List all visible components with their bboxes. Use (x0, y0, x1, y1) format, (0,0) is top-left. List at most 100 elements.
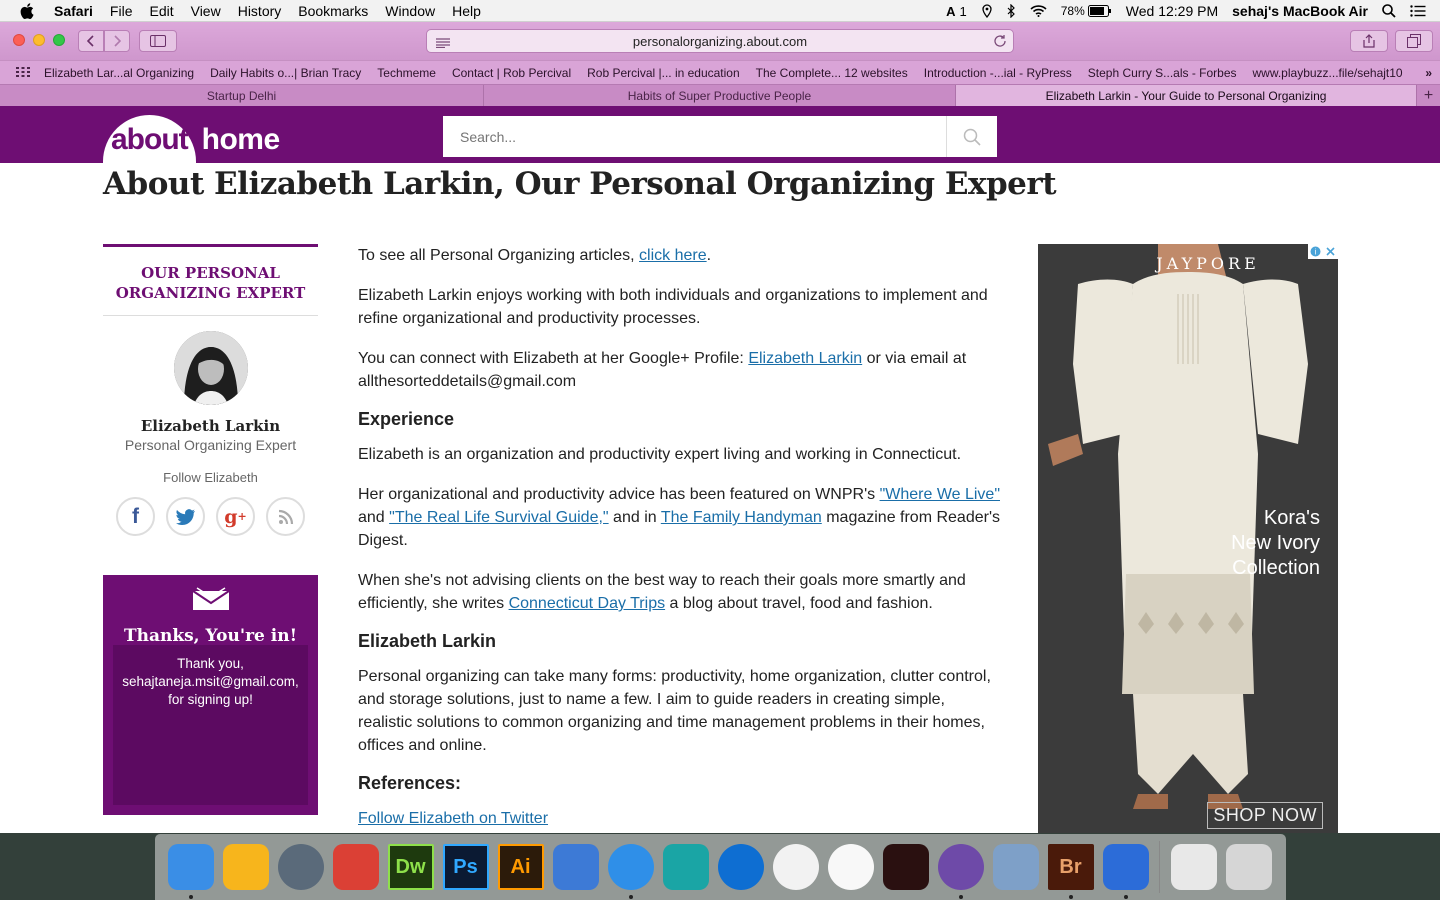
battery-percent[interactable]: 78% (1061, 4, 1085, 18)
more-bookmarks-icon[interactable]: » (1425, 66, 1432, 80)
experience-heading: Experience (358, 409, 455, 429)
menu-view[interactable]: View (191, 3, 221, 19)
text: a blog about travel, food and fashion. (665, 595, 933, 612)
finder-icon[interactable] (167, 844, 214, 899)
menu-help[interactable]: Help (452, 3, 481, 19)
photos-icon[interactable] (827, 844, 874, 890)
avatar[interactable] (173, 331, 248, 405)
address-bar[interactable]: personalorganizing.about.com (426, 29, 1014, 53)
menu-history[interactable]: History (238, 3, 282, 19)
menu-app-name[interactable]: Safari (54, 3, 93, 19)
dreamweaver-icon[interactable]: Dw (387, 844, 434, 890)
user-name[interactable]: sehaj's MacBook Air (1232, 3, 1368, 19)
new-tab-button[interactable]: + (1417, 85, 1440, 107)
philosophy-paragraph: Personal organizing can take many forms:… (358, 668, 991, 754)
advertisement[interactable]: i JAYPORE Kora's New Ivory Collection SH… (1038, 244, 1338, 833)
where-we-live-link[interactable]: "Where We Live" (880, 486, 1000, 503)
spotlight-icon[interactable] (1382, 4, 1396, 18)
menu-bookmarks[interactable]: Bookmarks (298, 3, 368, 19)
twitter-icon[interactable] (166, 497, 205, 536)
shop-now-button[interactable]: SHOP NOW (1207, 802, 1323, 829)
all-articles-link[interactable]: click here (639, 247, 707, 264)
back-button[interactable] (78, 30, 104, 52)
battery-icon[interactable] (1087, 5, 1112, 17)
bluetooth-status-icon[interactable] (1007, 4, 1016, 18)
twitter-follow-link[interactable]: Follow Elizabeth on Twitter (358, 810, 548, 827)
reader-icon[interactable] (436, 36, 450, 51)
apple-icon[interactable] (20, 2, 36, 19)
podcast-app-icon[interactable] (882, 844, 929, 890)
expert-name[interactable]: Elizabeth Larkin (103, 417, 318, 435)
notification-center-icon[interactable] (1410, 5, 1426, 17)
bookmark-item[interactable]: Rob Percival |... in education (587, 66, 740, 80)
google-profile-link[interactable]: Elizabeth Larkin (748, 350, 862, 367)
running-indicator (628, 895, 633, 899)
todoist-icon[interactable] (332, 844, 379, 890)
tab-startup-delhi[interactable]: Startup Delhi (0, 85, 484, 107)
adobe-menu-icon[interactable]: A1 (946, 4, 967, 19)
bookmarks-bar: Elizabeth Lar...al Organizing Daily Habi… (0, 60, 1440, 84)
contact-paragraph: You can connect with Elizabeth at her Go… (358, 347, 1003, 393)
facebook-icon[interactable]: f (116, 497, 155, 536)
ad-copy-line: Kora's (1263, 507, 1320, 529)
github-icon[interactable] (937, 844, 984, 899)
bio-paragraph: Elizabeth Larkin enjoys working with bot… (358, 287, 988, 327)
bookmark-item[interactable]: www.playbuzz...file/sehajt10 (1253, 66, 1403, 80)
top-sites-icon[interactable] (16, 66, 30, 80)
sidebar-toggle-button[interactable] (139, 30, 177, 52)
google-plus-icon[interactable]: g + (216, 497, 255, 536)
wifi-icon[interactable] (1030, 5, 1047, 17)
bookmark-item[interactable]: Techmeme (377, 66, 436, 80)
close-window-button[interactable] (13, 34, 25, 46)
utorrent-file-icon[interactable] (1170, 844, 1217, 890)
ad-copy-line: New Ivory (1231, 532, 1320, 554)
safari-icon[interactable] (607, 844, 654, 899)
url-text[interactable]: personalorganizing.about.com (633, 34, 807, 49)
minimize-window-button[interactable] (33, 34, 45, 46)
article-body: To see all Personal Organizing articles,… (358, 244, 1003, 830)
bridge-icon[interactable]: Br (1047, 844, 1094, 899)
itunes-icon[interactable] (772, 844, 819, 890)
bookmark-item[interactable]: Introduction -...ial - RyPress (924, 66, 1072, 80)
preview-icon[interactable] (992, 844, 1039, 890)
menu-file[interactable]: File (110, 3, 133, 19)
teamviewer-icon[interactable] (717, 844, 764, 890)
menu-window[interactable]: Window (385, 3, 435, 19)
about-home-logo[interactable]: about home (103, 106, 280, 163)
menu-edit[interactable]: Edit (149, 3, 173, 19)
tab-elizabeth-larkin[interactable]: Elizabeth Larkin - Your Guide to Persona… (956, 85, 1417, 107)
forward-button[interactable] (104, 30, 130, 52)
maya-icon[interactable] (662, 844, 709, 890)
search-button[interactable] (946, 116, 997, 157)
reload-icon[interactable] (993, 34, 1007, 51)
show-all-tabs-button[interactable] (1395, 30, 1433, 52)
family-handyman-link[interactable]: The Family Handyman (661, 509, 822, 526)
sketch-icon[interactable] (222, 844, 269, 890)
search-input[interactable] (443, 116, 946, 157)
zoom-window-button[interactable] (53, 34, 65, 46)
location-icon[interactable] (981, 4, 993, 18)
expert-heading: OUR PERSONAL ORGANIZING EXPERT (103, 244, 318, 316)
clock[interactable]: Wed 12:29 PM (1126, 3, 1218, 19)
bookmark-item[interactable]: Steph Curry S...als - Forbes (1088, 66, 1237, 80)
trash-icon[interactable] (1225, 844, 1272, 890)
bookmark-item[interactable]: Daily Habits o...| Brian Tracy (210, 66, 361, 80)
illustrator-icon[interactable]: Ai (497, 844, 544, 890)
tab-habits[interactable]: Habits of Super Productive People (484, 85, 956, 107)
share-icon (1363, 34, 1375, 48)
bluetooth-icon[interactable] (1102, 844, 1149, 899)
survival-guide-link[interactable]: "The Real Life Survival Guide," (389, 509, 608, 526)
share-button[interactable] (1350, 30, 1388, 52)
page-title: About Elizabeth Larkin, Our Personal Org… (103, 166, 1057, 202)
photoshop-icon[interactable]: Ps (442, 844, 489, 890)
expert-role: Personal Organizing Expert (124, 437, 297, 453)
launchpad-icon[interactable] (277, 844, 324, 890)
web-page: about home About Elizabeth Larkin, Our P… (0, 106, 1440, 833)
bookmark-item[interactable]: The Complete... 12 websites (756, 66, 908, 80)
bookmark-item[interactable]: Elizabeth Lar...al Organizing (44, 66, 194, 80)
connecticut-day-trips-link[interactable]: Connecticut Day Trips (509, 595, 666, 612)
expert-sidebar: OUR PERSONAL ORGANIZING EXPERT Elizabeth… (103, 244, 318, 536)
xcode-icon[interactable] (552, 844, 599, 890)
bookmark-item[interactable]: Contact | Rob Percival (452, 66, 571, 80)
rss-icon[interactable] (266, 497, 305, 536)
